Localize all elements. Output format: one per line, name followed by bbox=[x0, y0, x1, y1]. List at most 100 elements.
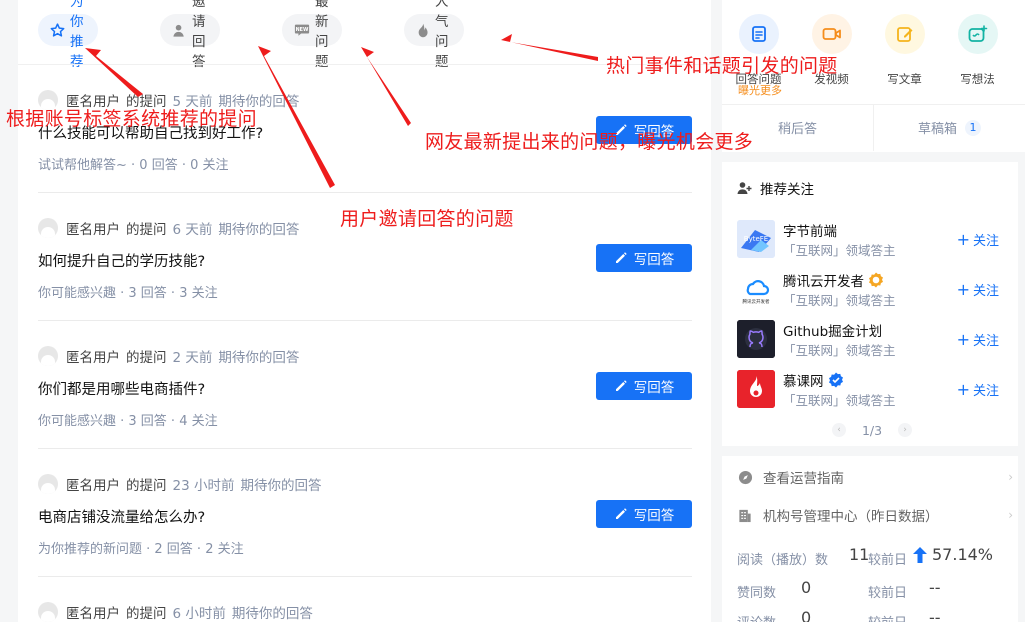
pencil-icon bbox=[615, 380, 627, 391]
tab-invited[interactable]: 邀请回答 bbox=[160, 0, 220, 70]
avatar bbox=[38, 602, 58, 622]
new-badge-icon: NEW bbox=[294, 22, 310, 38]
question-title[interactable]: 你们都是用哪些电商插件? bbox=[38, 378, 205, 399]
recommend-item[interactable]: 腾讯云开发者 腾讯云开发者 「互联网」领域答主 + 关注 bbox=[737, 270, 999, 310]
question-item[interactable]: 匿名用户 的提问 6 天前 期待你的回答 如何提升自己的学历技能? 你可能感兴趣… bbox=[38, 218, 692, 308]
tab-popular[interactable]: 人气问题 bbox=[404, 0, 464, 70]
stat-row: 赞同数 0 较前日 -- bbox=[737, 578, 1013, 602]
stat-compare-text: -- bbox=[929, 608, 941, 622]
chevron-right-icon: › bbox=[1008, 470, 1013, 484]
recommend-name[interactable]: 慕课网 bbox=[783, 370, 844, 390]
avatar bbox=[38, 218, 58, 238]
recommend-desc: 「互联网」领域答主 bbox=[783, 293, 896, 308]
tab-label: 邀请回答 bbox=[192, 0, 206, 70]
add-user-icon bbox=[737, 181, 752, 195]
recommend-name-text: 慕课网 bbox=[783, 374, 824, 390]
asker-name[interactable]: 匿名用户 bbox=[66, 218, 120, 238]
follow-label: 关注 bbox=[972, 384, 999, 399]
stat-compare-text: 57.14% bbox=[932, 545, 994, 564]
recommend-name[interactable]: 腾讯云开发者 bbox=[783, 270, 884, 290]
stat-row: 阅读（播放）数 11 较前日 57.14% bbox=[737, 545, 1013, 569]
tab-recommended[interactable]: 为你推荐 bbox=[38, 0, 98, 70]
svg-text:腾讯云开发者: 腾讯云开发者 bbox=[743, 298, 770, 305]
annotation-latest: 网友最新提出来的问题，曝光机会更多 bbox=[425, 131, 754, 153]
question-hint: 期待你的回答 bbox=[218, 350, 300, 366]
tencent-cloud-logo: 腾讯云开发者 bbox=[737, 270, 775, 308]
question-item[interactable]: 匿名用户 的提问 23 小时前 期待你的回答 电商店铺没流量给怎么办? 为你推荐… bbox=[38, 474, 692, 564]
question-divider bbox=[38, 576, 692, 577]
user-icon bbox=[172, 22, 187, 38]
follow-button[interactable]: + 关注 bbox=[957, 280, 999, 299]
orange-verified-icon bbox=[868, 272, 884, 288]
question-title[interactable]: 如何提升自己的学历技能? bbox=[38, 250, 205, 271]
asker-name[interactable]: 匿名用户 bbox=[66, 474, 120, 494]
question-time: 6 天前 bbox=[172, 222, 213, 238]
recommend-name[interactable]: Github掘金计划 bbox=[783, 320, 882, 340]
recommend-title: 推荐关注 bbox=[737, 178, 814, 198]
recommend-name-text: 腾讯云开发者 bbox=[783, 274, 864, 290]
write-answer-label: 写回答 bbox=[633, 380, 675, 396]
follow-label: 关注 bbox=[972, 234, 999, 249]
recommend-name[interactable]: 字节前端 bbox=[783, 220, 837, 240]
recommend-item[interactable]: Github掘金计划 「互联网」领域答主 + 关注 bbox=[737, 320, 999, 360]
org-center-link[interactable]: 机构号管理中心（昨日数据） › bbox=[737, 505, 1013, 525]
stat-label: 评论数 bbox=[737, 612, 776, 622]
recommend-name-text: 字节前端 bbox=[783, 224, 837, 240]
avatar bbox=[38, 346, 58, 366]
question-meta: 匿名用户 的提问 6 小时前 期待你的回答 bbox=[38, 602, 313, 622]
question-time: 2 天前 bbox=[172, 350, 213, 366]
question-meta: 匿名用户 的提问 2 天前 期待你的回答 bbox=[38, 346, 299, 366]
blue-verified-icon bbox=[828, 372, 844, 388]
star-icon bbox=[50, 22, 65, 38]
write-answer-label: 写回答 bbox=[633, 508, 675, 524]
question-meta: 匿名用户 的提问 23 小时前 期待你的回答 bbox=[38, 474, 321, 494]
page-indicator: 1/3 bbox=[861, 422, 883, 438]
asker-name[interactable]: 匿名用户 bbox=[66, 602, 120, 622]
org-center-label: 机构号管理中心（昨日数据） bbox=[763, 509, 939, 525]
next-page-button[interactable]: › bbox=[898, 423, 912, 437]
annotation-popular: 热门事件和话题引发的问题 bbox=[606, 55, 838, 77]
tab-label: 为你推荐 bbox=[70, 0, 84, 70]
write-answer-button[interactable]: 写回答 bbox=[596, 500, 692, 528]
ops-guide-link[interactable]: 查看运营指南 › bbox=[737, 467, 1013, 487]
write-answer-button[interactable]: 写回答 bbox=[596, 372, 692, 400]
question-time: 6 小时前 bbox=[172, 606, 226, 622]
stat-value: 11 bbox=[849, 545, 870, 564]
ops-guide-label: 查看运营指南 bbox=[763, 471, 844, 487]
recommend-desc: 「互联网」领域答主 bbox=[783, 243, 896, 258]
stat-compare-label: 较前日 bbox=[868, 553, 908, 568]
question-hint: 期待你的回答 bbox=[231, 606, 313, 622]
follow-button[interactable]: + 关注 bbox=[957, 330, 999, 349]
question-stats: 你可能感兴趣 · 3 回答 · 3 关注 bbox=[38, 286, 218, 301]
annotation-recommended: 根据账号标签系统推荐的提问 bbox=[6, 108, 257, 130]
tab-label: 人气问题 bbox=[435, 0, 449, 70]
question-stats: 你可能感兴趣 · 3 回答 · 4 关注 bbox=[38, 414, 218, 429]
follow-label: 关注 bbox=[972, 334, 999, 349]
recommend-item[interactable]: 慕课网 「互联网」领域答主 + 关注 bbox=[737, 370, 999, 410]
chevron-right-icon: › bbox=[1008, 508, 1013, 522]
follow-button[interactable]: + 关注 bbox=[957, 230, 999, 249]
asker-name[interactable]: 匿名用户 bbox=[66, 346, 120, 366]
plus-icon: + bbox=[956, 330, 970, 349]
question-item[interactable]: 匿名用户 的提问 6 小时前 期待你的回答 bbox=[38, 602, 692, 622]
prev-page-button[interactable]: ‹ bbox=[832, 423, 846, 437]
annotation-invited: 用户邀请回答的问题 bbox=[340, 208, 514, 230]
question-title[interactable]: 电商店铺没流量给怎么办? bbox=[38, 506, 205, 527]
question-stats: 试试帮他解答~ · 0 回答 · 0 关注 bbox=[38, 158, 229, 173]
write-answer-label: 写回答 bbox=[633, 252, 675, 268]
flame-icon bbox=[416, 22, 430, 38]
question-divider bbox=[38, 192, 692, 193]
follow-label: 关注 bbox=[972, 284, 999, 299]
svg-text:ByteFE: ByteFE bbox=[744, 235, 768, 243]
question-meta: 匿名用户 的提问 6 天前 期待你的回答 bbox=[38, 218, 299, 238]
write-answer-button[interactable]: 写回答 bbox=[596, 244, 692, 272]
stat-compare-value: -- bbox=[929, 608, 941, 622]
recommend-item[interactable]: ByteFE 字节前端 「互联网」领域答主 + 关注 bbox=[737, 220, 999, 260]
follow-button[interactable]: + 关注 bbox=[957, 380, 999, 399]
tab-latest[interactable]: NEW 最新问题 bbox=[282, 0, 342, 70]
plus-icon: + bbox=[956, 230, 970, 249]
recommend-pager: ‹ 1/3 › bbox=[832, 422, 912, 438]
building-icon bbox=[737, 507, 753, 523]
question-item[interactable]: 匿名用户 的提问 2 天前 期待你的回答 你们都是用哪些电商插件? 你可能感兴趣… bbox=[38, 346, 692, 436]
stat-compare-label: 较前日 bbox=[868, 586, 908, 601]
